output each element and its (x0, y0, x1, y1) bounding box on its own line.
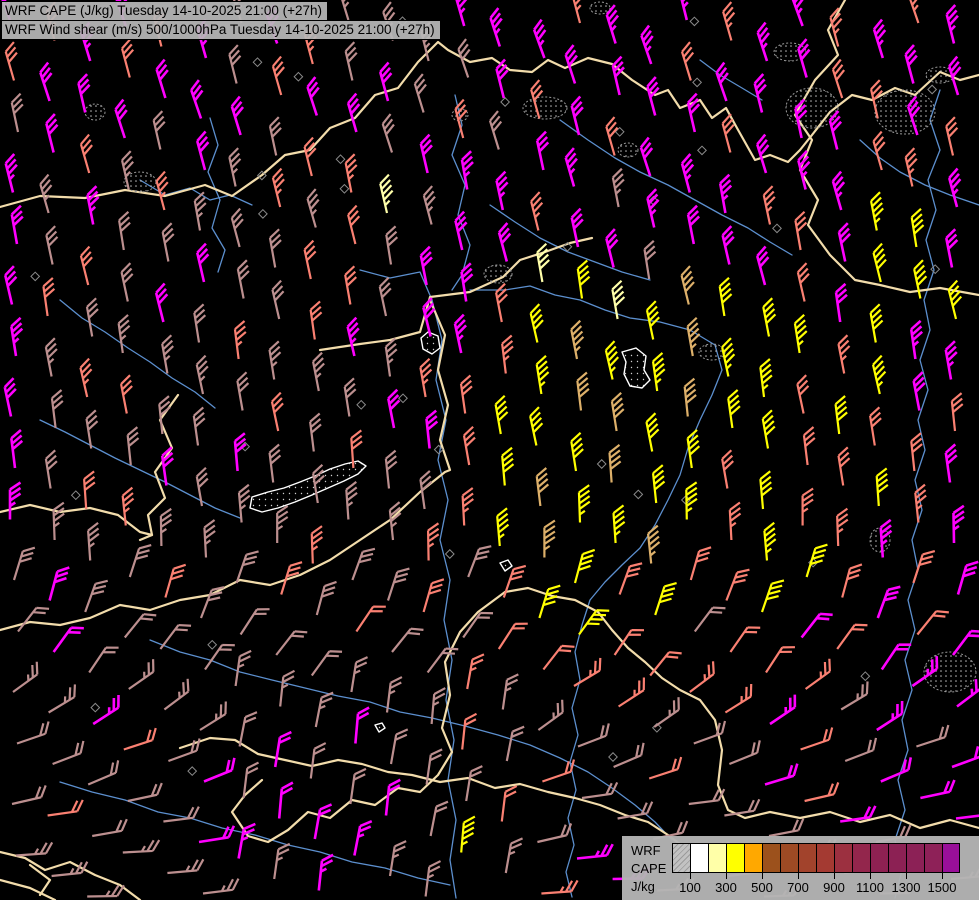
legend-swatch (780, 843, 798, 873)
map-canvas (0, 0, 979, 900)
legend-tick-mark (762, 873, 763, 879)
city-area (84, 103, 106, 121)
legend-color-bar (672, 843, 960, 873)
legend-swatch (690, 843, 708, 873)
legend-label-cape: CAPE (631, 861, 667, 876)
legend-tick-mark (942, 873, 943, 879)
legend-tick-mark (870, 873, 871, 879)
legend-swatch (852, 843, 870, 873)
legend-swatch (942, 843, 960, 873)
map-title-cape: WRF CAPE (J/kg) Tuesday 14-10-2025 21:00… (1, 1, 329, 21)
legend-tick-label: 1500 (927, 880, 957, 895)
legend-tick-mark (726, 873, 727, 879)
legend-swatch (762, 843, 780, 873)
city-area (522, 96, 568, 120)
city-area (617, 142, 639, 158)
legend-tick-label: 700 (787, 880, 809, 895)
legend-swatch (744, 843, 762, 873)
legend-tick-label: 100 (679, 880, 701, 895)
legend-tick-label: 1100 (856, 880, 884, 895)
city-area (874, 89, 936, 135)
legend-swatch (798, 843, 816, 873)
legend-swatch (924, 843, 942, 873)
weather-map-screen: WRF CAPE (J/kg) Tuesday 14-10-2025 21:00… (0, 0, 979, 900)
legend-tick-mark (906, 873, 907, 879)
legend-swatch (708, 843, 726, 873)
legend-swatch (906, 843, 924, 873)
city-area (698, 343, 726, 361)
map-background (0, 0, 979, 900)
legend-tick-label: 900 (823, 880, 845, 895)
legend-swatch (726, 843, 744, 873)
city-area (589, 1, 611, 15)
cape-legend: WRF CAPE J/kg 100 300 500 700 900 1100 1300 150… (622, 836, 979, 900)
legend-swatch (888, 843, 906, 873)
legend-tick-label: 500 (751, 880, 773, 895)
legend-tick-mark (690, 873, 691, 879)
legend-tick-label: 1300 (891, 880, 921, 895)
map-title-wind-shear: WRF Wind shear (m/s) 500/1000hPa Tuesday… (1, 20, 441, 40)
legend-tick-mark (798, 873, 799, 879)
legend-tick-mark (834, 873, 835, 879)
legend-swatch (870, 843, 888, 873)
legend-swatch (672, 843, 690, 873)
legend-swatch (816, 843, 834, 873)
legend-label-unit: J/kg (631, 879, 655, 894)
legend-tick-label: 300 (715, 880, 737, 895)
legend-swatch (834, 843, 852, 873)
city-area (483, 264, 513, 284)
legend-label-wrf: WRF (631, 843, 661, 858)
